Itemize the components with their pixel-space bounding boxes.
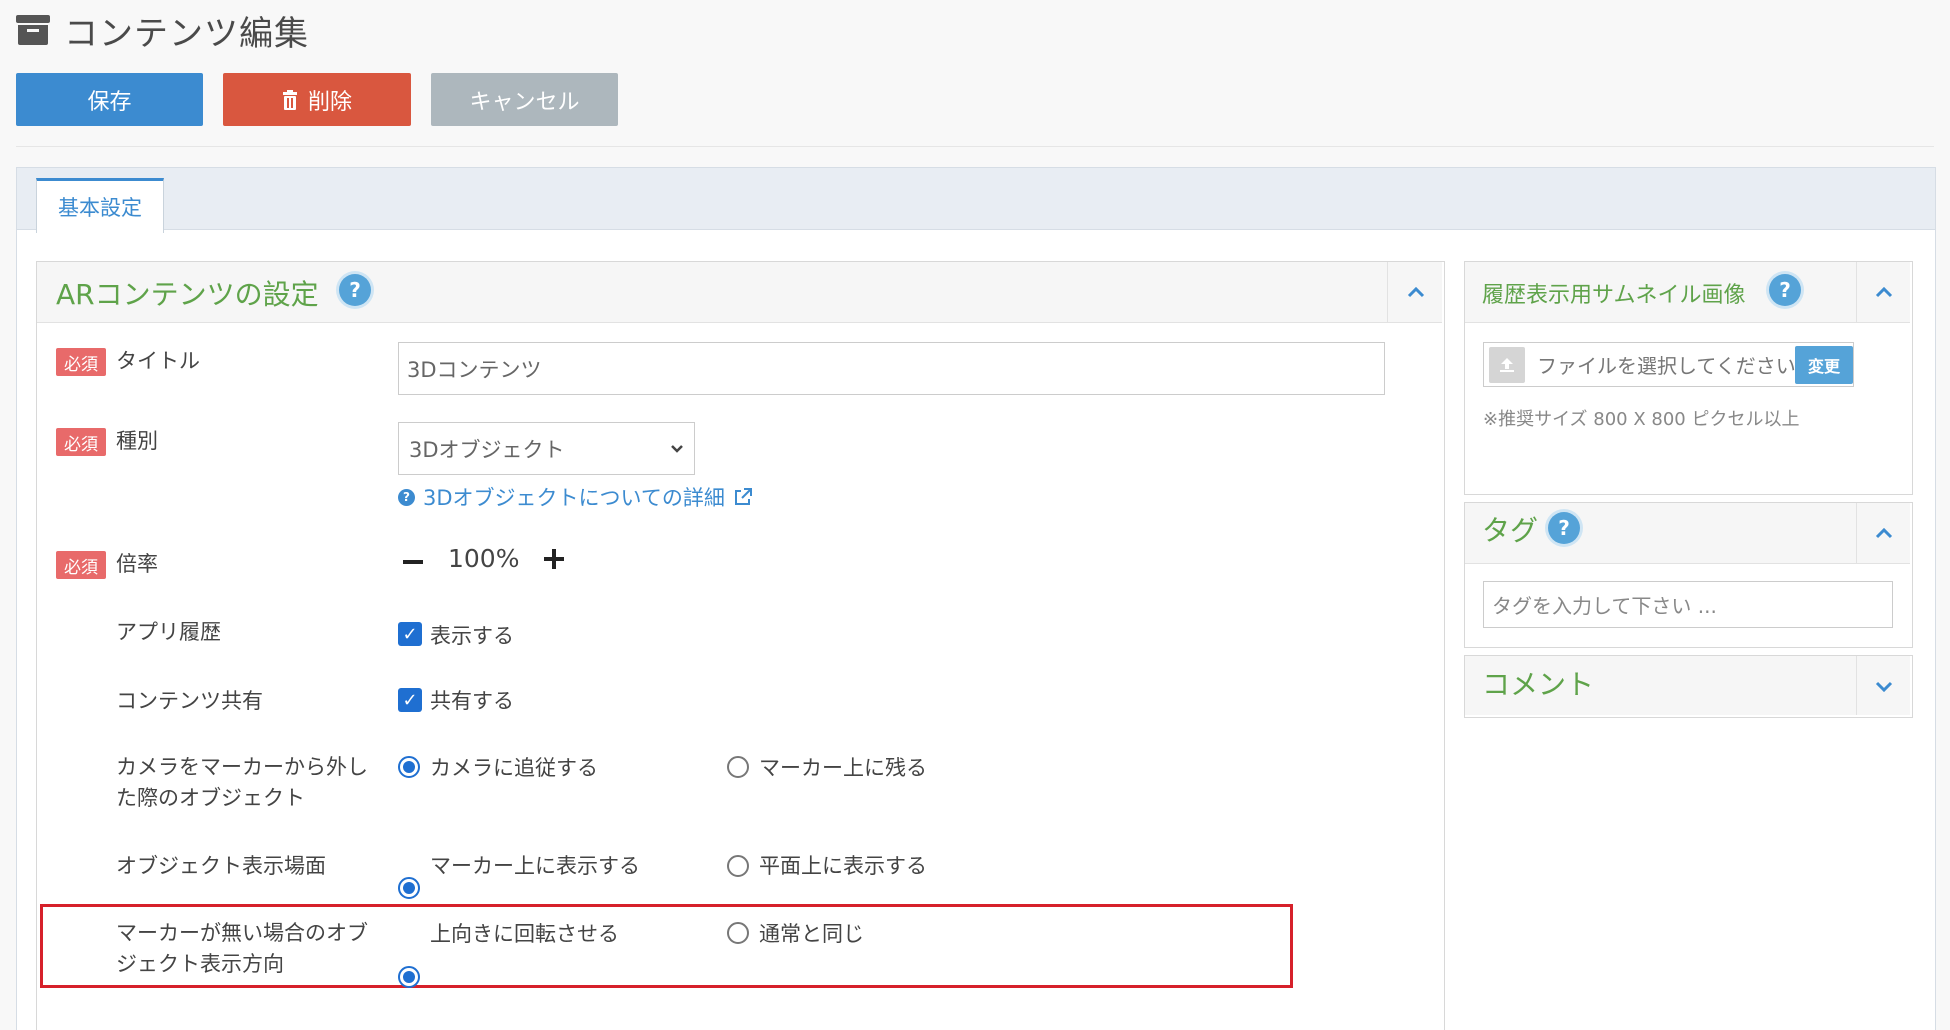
- chevron-up-icon: [1875, 286, 1893, 298]
- ar-settings-collapse-button[interactable]: [1387, 262, 1443, 322]
- app-history-option[interactable]: 表示する: [430, 620, 514, 650]
- thumbnail-help-icon[interactable]: ?: [1769, 274, 1801, 306]
- rotate-upward-radio[interactable]: [398, 966, 420, 988]
- comment-expand-button[interactable]: [1856, 656, 1911, 715]
- app-history-label: アプリ履歴: [116, 620, 221, 644]
- remain-on-marker-option[interactable]: マーカー上に残る: [759, 752, 927, 782]
- external-link-icon: [734, 488, 752, 505]
- required-badge: 必須: [56, 348, 106, 376]
- rotate-upward-option[interactable]: 上向きに回転させる: [430, 918, 619, 948]
- tab-strip: [16, 167, 1936, 230]
- type-label: 種別: [116, 429, 158, 453]
- display-on-plane-radio[interactable]: [727, 855, 749, 877]
- display-on-plane-option[interactable]: 平面上に表示する: [759, 850, 927, 880]
- change-file-button[interactable]: 変更: [1795, 345, 1853, 384]
- content-share-checkbox[interactable]: ✓: [398, 688, 422, 712]
- same-as-normal-radio[interactable]: [727, 922, 749, 944]
- display-scene-label: オブジェクト表示場面: [116, 854, 326, 878]
- required-badge: 必須: [56, 428, 106, 456]
- thumbnail-collapse-button[interactable]: [1856, 262, 1911, 322]
- tags-help-icon[interactable]: ?: [1548, 512, 1580, 544]
- ar-settings-title: ARコンテンツの設定: [56, 278, 319, 311]
- file-placeholder: ファイルを選択してください: [1537, 354, 1795, 378]
- thumbnail-size-note: ※推奨サイズ 800 X 800 ピクセル以上: [1483, 409, 1800, 430]
- type-select[interactable]: 3Dオブジェクト: [398, 422, 695, 475]
- trash-icon: [282, 89, 297, 110]
- content-share-label: コンテンツ共有: [116, 689, 263, 713]
- display-on-marker-radio[interactable]: [398, 877, 420, 899]
- chevron-up-icon: [1407, 286, 1424, 298]
- plus-icon[interactable]: [543, 548, 565, 570]
- tab-basic-settings[interactable]: 基本設定: [36, 178, 164, 233]
- file-picker[interactable]: ファイルを選択してください 変更: [1483, 342, 1854, 387]
- tags-input[interactable]: タグを入力して下さい ...: [1483, 581, 1893, 628]
- same-as-normal-option[interactable]: 通常と同じ: [759, 918, 864, 948]
- remain-on-marker-radio[interactable]: [727, 756, 749, 778]
- tags-title: タグ: [1482, 514, 1539, 547]
- camera-follow-radio[interactable]: [398, 756, 420, 778]
- required-badge: 必須: [56, 551, 106, 579]
- scale-value: 100%: [448, 544, 520, 573]
- ar-settings-help-icon[interactable]: ?: [339, 274, 371, 306]
- chevron-down-icon: [671, 444, 683, 453]
- chevron-up-icon: [1875, 527, 1893, 539]
- tags-collapse-button[interactable]: [1856, 503, 1911, 563]
- title-label: タイトル: [116, 349, 200, 373]
- thumbnail-title: 履歴表示用サムネイル画像: [1482, 283, 1746, 308]
- type-help-link[interactable]: ? 3Dオブジェクトについての詳細: [398, 482, 753, 512]
- no-marker-direction-label: マーカーが無い場合のオブ ジェクト表示方向: [116, 921, 368, 976]
- chevron-down-icon: [1875, 681, 1893, 692]
- page-title: コンテンツ編集: [64, 13, 309, 54]
- question-circle-icon: ?: [398, 488, 415, 506]
- title-input[interactable]: 3Dコンテンツ: [398, 342, 1385, 395]
- archive-box-icon: [16, 15, 50, 45]
- save-button[interactable]: 保存: [16, 73, 203, 126]
- content-share-option[interactable]: 共有する: [430, 685, 514, 715]
- header-divider: [16, 146, 1934, 147]
- page-header: コンテンツ編集: [16, 8, 309, 54]
- minus-icon[interactable]: [402, 551, 424, 573]
- comment-title: コメント: [1482, 668, 1595, 701]
- cancel-button[interactable]: キャンセル: [431, 73, 618, 126]
- scale-label: 倍率: [116, 552, 158, 576]
- camera-off-marker-label: カメラをマーカーから外し た際のオブジェクト: [116, 755, 368, 810]
- delete-button[interactable]: 削除: [223, 73, 411, 126]
- upload-icon: [1489, 346, 1525, 383]
- app-history-checkbox[interactable]: ✓: [398, 622, 422, 646]
- camera-follow-option[interactable]: カメラに追従する: [430, 752, 598, 782]
- display-on-marker-option[interactable]: マーカー上に表示する: [430, 850, 640, 880]
